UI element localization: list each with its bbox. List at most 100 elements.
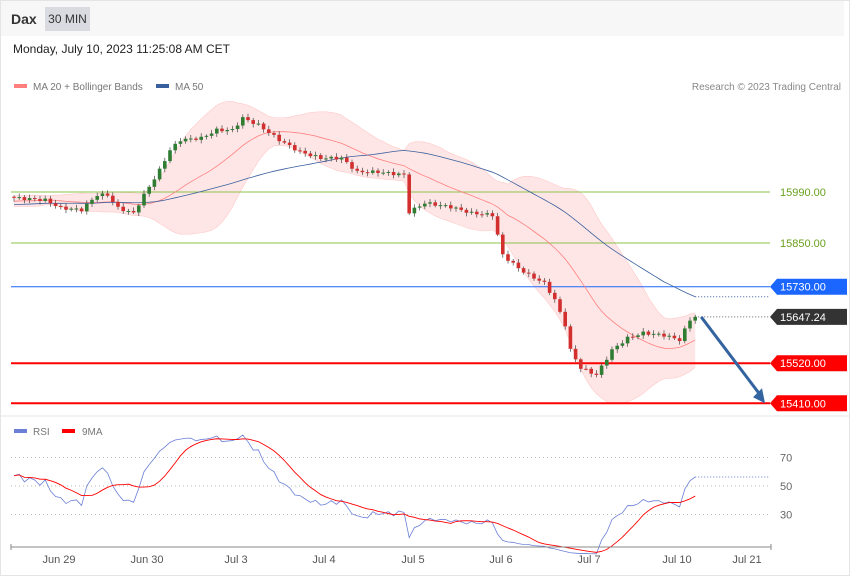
legend-9ma: 9MA <box>82 427 103 438</box>
candle <box>334 156 339 160</box>
candle <box>272 133 276 135</box>
candle <box>459 207 463 210</box>
legend-rsi: RSI <box>33 427 50 438</box>
candle <box>547 281 552 293</box>
candle <box>625 336 630 344</box>
candle <box>407 174 411 214</box>
candle <box>501 234 505 255</box>
candle <box>558 299 562 312</box>
candle <box>339 157 344 160</box>
candle <box>360 170 365 173</box>
level-label: 15990.00 <box>780 187 826 199</box>
candle <box>251 120 255 124</box>
candle <box>573 348 578 360</box>
forecast-arrowhead <box>753 388 765 404</box>
candle <box>646 331 651 335</box>
candle <box>599 365 604 375</box>
candle <box>95 196 99 200</box>
x-tick-label: Jul 10 <box>662 554 691 566</box>
candle <box>423 203 427 207</box>
candle <box>90 199 94 204</box>
candle <box>256 123 261 125</box>
x-tick-label: Jul 6 <box>489 554 512 566</box>
candle <box>428 202 432 204</box>
candle <box>438 205 443 207</box>
candle <box>69 208 73 210</box>
candle <box>189 138 193 140</box>
candle <box>480 214 484 216</box>
candle <box>22 197 27 201</box>
rsi-line <box>13 434 696 555</box>
candle <box>48 198 53 204</box>
candle <box>610 349 614 360</box>
candle <box>579 359 583 369</box>
candle <box>672 335 677 339</box>
candle <box>355 168 359 171</box>
candle <box>469 211 474 213</box>
legend-rsi-swatch <box>14 429 27 433</box>
candle <box>308 153 313 157</box>
candle <box>329 156 333 159</box>
candle <box>532 273 536 279</box>
candle <box>183 138 188 142</box>
candle <box>620 343 625 346</box>
rsi-tick: 50 <box>780 481 792 493</box>
candle <box>449 205 453 209</box>
candle <box>38 198 42 201</box>
candle <box>516 262 521 269</box>
candle <box>371 170 375 173</box>
candle <box>615 345 619 350</box>
candle <box>199 136 203 140</box>
candle <box>43 198 47 201</box>
x-tick-label: Jul 4 <box>312 554 335 566</box>
candle <box>277 134 281 142</box>
x-tick-label: Jun 29 <box>42 554 75 566</box>
candle <box>605 359 609 366</box>
x-tick-label: Jul 3 <box>224 554 247 566</box>
candle <box>683 328 687 342</box>
candle <box>147 186 151 194</box>
level-label: 15520.00 <box>780 358 826 370</box>
candle <box>246 117 250 121</box>
candle <box>163 161 167 169</box>
candle <box>220 128 224 132</box>
candle <box>397 173 401 176</box>
candle <box>417 206 422 208</box>
candle <box>230 129 235 131</box>
candle <box>17 197 21 199</box>
candle <box>241 117 245 126</box>
candle <box>313 155 318 157</box>
candle <box>537 278 541 281</box>
candle <box>261 123 266 130</box>
x-tick-label: Jun 30 <box>130 554 163 566</box>
candle <box>168 150 172 162</box>
level-label: 15850.00 <box>780 238 826 250</box>
candle <box>111 195 115 202</box>
candle <box>12 196 16 198</box>
candle <box>454 207 458 209</box>
candle <box>464 209 469 213</box>
candle <box>381 172 385 174</box>
candle <box>490 213 495 217</box>
level-label: 15410.00 <box>780 398 826 410</box>
candle <box>142 193 146 206</box>
candle <box>641 331 645 336</box>
candle <box>475 211 479 215</box>
candle <box>657 333 661 335</box>
candle <box>178 141 183 144</box>
legend-ma20: MA 20 + Bollinger Bands <box>33 82 143 93</box>
candle <box>105 193 110 196</box>
candle <box>376 170 380 173</box>
candle <box>693 316 697 321</box>
candle <box>137 205 141 213</box>
candle <box>33 198 37 200</box>
candle <box>194 138 198 140</box>
candle <box>215 128 219 134</box>
candle <box>631 336 635 338</box>
candle <box>267 129 271 134</box>
candle <box>59 205 63 207</box>
candle <box>563 311 567 327</box>
rsi-tick: 70 <box>780 453 792 465</box>
candle <box>64 206 68 210</box>
candle <box>511 260 515 263</box>
